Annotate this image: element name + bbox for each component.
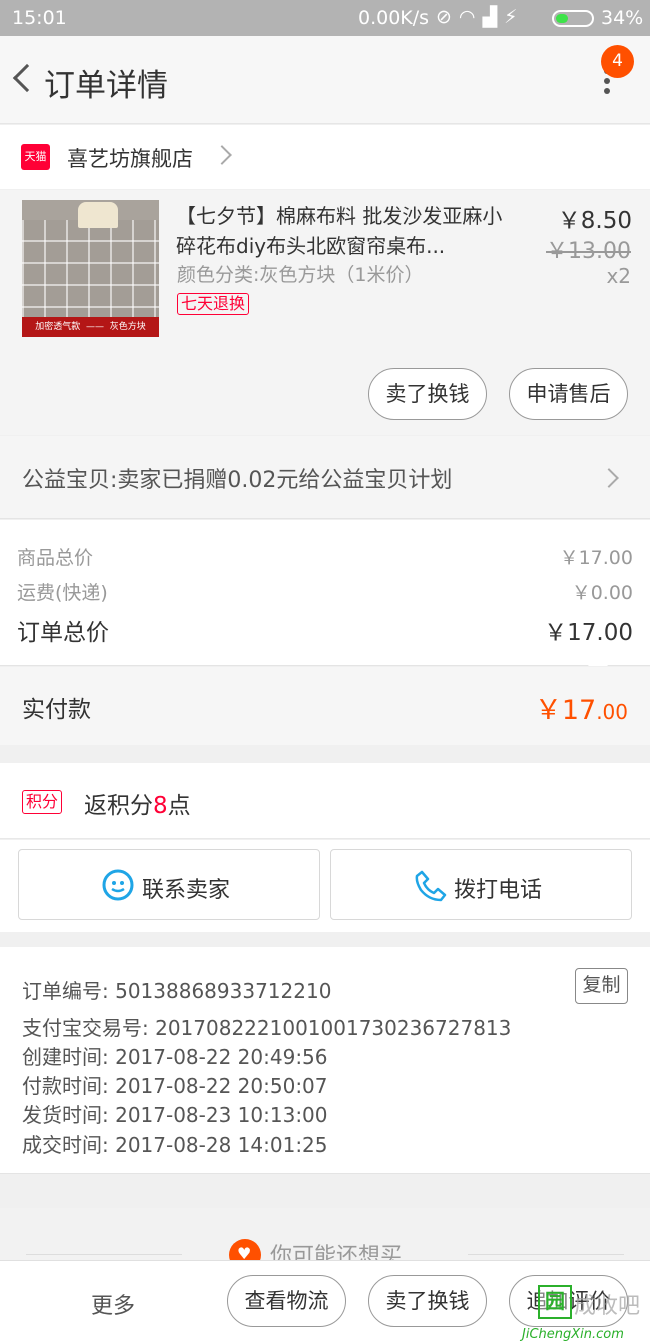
goods-total-label: 商品总价 — [17, 547, 94, 569]
dot-icon — [604, 88, 610, 94]
goods-total-value: ￥17.00 — [559, 547, 633, 569]
actual-paid-label: 实付款 — [22, 697, 91, 723]
nav-bar: 订单详情 4 — [0, 36, 650, 124]
recommend-section: ♥ 你可能还想买 — [0, 1208, 650, 1264]
shipping-value: ￥0.00 — [571, 582, 633, 604]
paid-integer: 17 — [561, 695, 597, 726]
chevron-left-icon — [12, 63, 42, 93]
back-button[interactable] — [8, 60, 42, 100]
unit-price: ￥8.50 — [557, 208, 632, 234]
points-value: 8 — [153, 793, 168, 819]
status-icons: ⊘◠▟⚡ — [436, 6, 524, 28]
call-phone-label: 拨打电话 — [454, 878, 543, 903]
order-total-label: 订单总价 — [17, 620, 109, 646]
product-thumbnail[interactable]: 加密透气款 —— 灰色方块 — [22, 200, 159, 337]
shop-name[interactable]: 喜艺坊旗舰店 — [67, 143, 193, 173]
paid-time: 付款时间: 2017-08-22 20:50:07 — [22, 1074, 328, 1098]
phone-icon — [415, 870, 447, 902]
created-time: 创建时间: 2017-08-22 20:49:56 — [22, 1045, 328, 1069]
contact-seller-label: 联系卖家 — [142, 878, 231, 903]
divider — [468, 1254, 624, 1255]
page-title: 订单详情 — [44, 68, 168, 104]
return-policy-tag: 七天退换 — [177, 293, 250, 315]
mute-icon: ⊘ — [436, 6, 459, 28]
signal-icon: ▟ — [482, 6, 505, 28]
contact-seller-button[interactable]: 联系卖家 — [18, 849, 320, 920]
status-time: 15:01 — [12, 7, 67, 29]
battery-level — [556, 14, 568, 23]
battery-icon — [552, 10, 594, 27]
product-title[interactable]: 【七夕节】棉麻布料 批发沙发亚麻小碎花布diy布头北欧窗帘桌布... — [176, 201, 511, 261]
resell-button-bottom[interactable]: 卖了换钱 — [368, 1275, 487, 1327]
resell-button[interactable]: 卖了换钱 — [368, 368, 487, 420]
thumbnail-caption: 加密透气款 —— 灰色方块 — [22, 317, 159, 337]
order-number: 订单编号: 50138868933712210 — [22, 979, 332, 1003]
tmall-badge: 天猫 — [21, 144, 50, 170]
tablecloth-pattern — [22, 220, 159, 317]
shipping-label: 运费(快递) — [17, 582, 108, 604]
copy-button[interactable]: 复制 — [575, 968, 628, 1004]
flower-vase-icon — [78, 202, 118, 228]
paid-decimal: .00 — [596, 700, 628, 724]
view-logistics-button[interactable]: 查看物流 — [227, 1275, 346, 1327]
watermark: 园 成收吧 JiChengXin.com — [510, 1285, 650, 1343]
actual-paid-value: ￥17.00 — [535, 688, 628, 727]
watermark-logo: 园 — [538, 1285, 572, 1319]
caret-up-icon — [588, 654, 608, 666]
call-phone-button[interactable]: 拨打电话 — [330, 849, 632, 920]
charity-text[interactable]: 公益宝贝:卖家已捐赠0.02元给公益宝贝计划 — [22, 462, 452, 494]
notification-badge: 4 — [601, 45, 634, 78]
points-badge: 积分 — [22, 790, 63, 814]
wifi-icon: ◠ — [458, 6, 483, 28]
divider — [26, 1254, 182, 1255]
watermark-url: JiChengXin.com — [522, 1327, 624, 1342]
status-bar: 15:01 0.00K/s ⊘◠▟⚡ 34% — [0, 0, 650, 36]
after-sales-button[interactable]: 申请售后 — [509, 368, 628, 420]
watermark-text: 成收吧 — [574, 1294, 641, 1319]
dot-icon — [604, 78, 610, 84]
shipped-time: 发货时间: 2017-08-23 10:13:00 — [22, 1103, 328, 1127]
product-variant: 颜色分类:灰色方块（1米价） — [177, 264, 424, 286]
points-text: 返积分8点 — [84, 793, 191, 819]
order-total-value: ￥17.00 — [544, 620, 633, 646]
currency-symbol: ￥ — [534, 695, 562, 726]
charging-icon: ⚡ — [504, 6, 525, 28]
more-button[interactable]: 更多 — [91, 1288, 135, 1320]
network-speed: 0.00K/s — [358, 7, 430, 29]
quantity: x2 — [606, 264, 631, 288]
alipay-trade-number: 支付宝交易号: 2017082221001001730236727813 — [22, 1016, 512, 1040]
completed-time: 成交时间: 2017-08-28 14:01:25 — [22, 1133, 328, 1157]
original-price: ￥13.00 — [546, 239, 631, 264]
chat-bubble-icon — [102, 869, 134, 901]
battery-percent: 34% — [601, 7, 644, 29]
